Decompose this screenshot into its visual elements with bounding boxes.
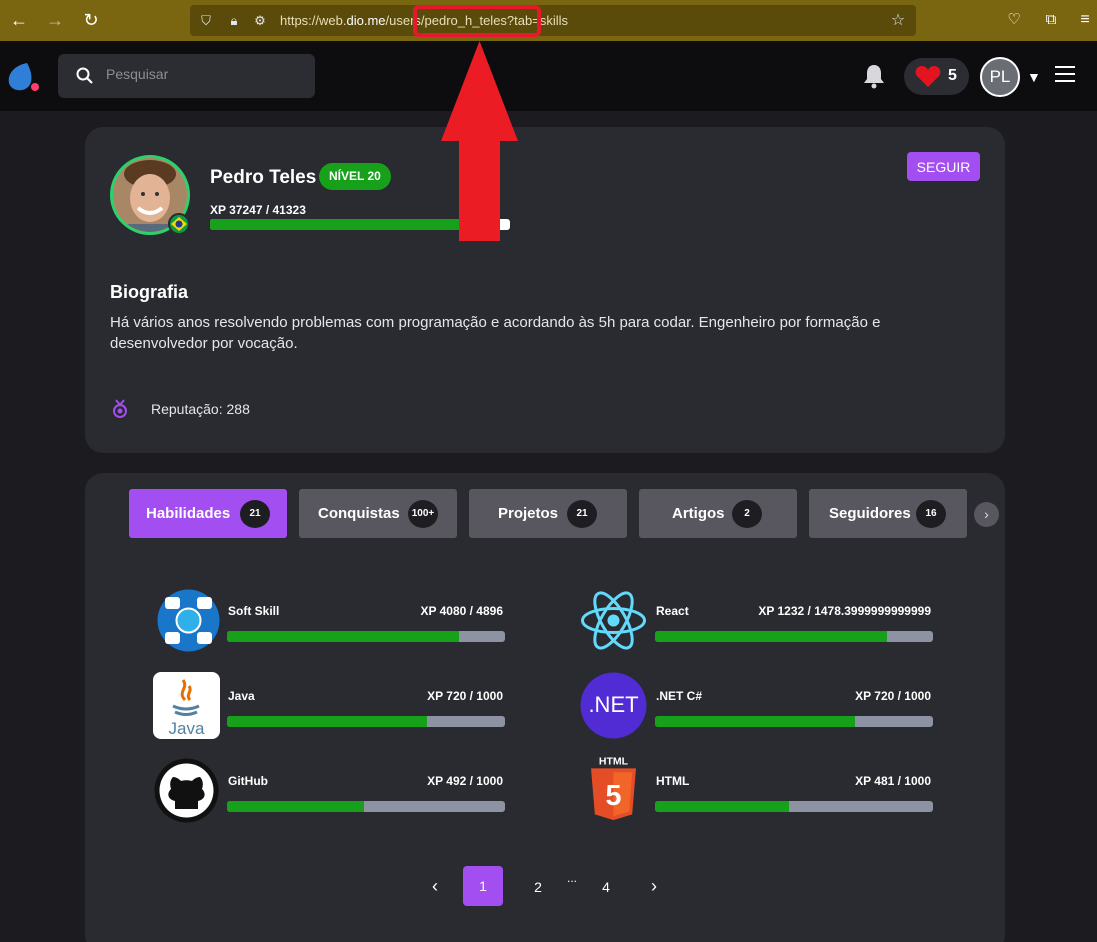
tabs-next-button[interactable]: › (974, 502, 999, 527)
xp-progress-fill (210, 219, 481, 230)
skill-progress-bar (227, 801, 505, 812)
dotnet-icon: .NET (580, 672, 647, 739)
tab-artigos[interactable]: Artigos 2 (639, 489, 797, 538)
pagination-page-2[interactable]: 2 (528, 879, 548, 895)
tab-count: 21 (240, 500, 270, 528)
html5-icon-number: 5 (606, 780, 622, 812)
java-icon: Java (153, 672, 220, 739)
soft-skill-icon (157, 589, 220, 652)
shield-icon[interactable]: ⛉ (198, 13, 214, 29)
pagination-prev-button[interactable]: ‹ (425, 877, 445, 895)
tab-habilidades[interactable]: Habilidades 21 (129, 489, 287, 538)
permissions-icon[interactable]: ⚙ (252, 13, 268, 29)
bell-icon[interactable] (862, 63, 886, 89)
github-icon (154, 758, 219, 823)
bio-title: Biografia (110, 282, 189, 302)
skill-name: .NET C# (656, 689, 703, 703)
tab-label: Projetos (498, 505, 559, 522)
user-avatar[interactable]: PL (980, 57, 1020, 97)
skill-progress-fill (655, 801, 789, 812)
skill-name: GitHub (228, 774, 268, 788)
skill-progress-bar (227, 631, 505, 642)
tab-count: 21 (567, 500, 597, 528)
skill-progress-bar (655, 801, 933, 812)
extensions-icon[interactable]: ⧉ (1040, 9, 1062, 31)
search-input[interactable] (106, 66, 296, 82)
dio-logo[interactable] (5, 60, 39, 94)
html5-icon: HTML 5 (591, 756, 636, 821)
skill-progress-fill (227, 716, 428, 727)
tab-count: 2 (732, 500, 762, 528)
bio-text: Há vários anos resolvendo problemas com … (110, 314, 881, 352)
skill-name: HTML (656, 774, 690, 788)
address-bar[interactable]: ⛉ 🔒︎ ⚙ https://web.dio.me/users/pedro_h_… (190, 5, 916, 36)
skill-name: Java (228, 689, 255, 703)
react-icon (581, 591, 646, 650)
tab-label: Artigos (672, 505, 725, 522)
skill-xp: XP 481 / 1000 (855, 774, 931, 788)
skill-xp: XP 720 / 1000 (427, 689, 503, 703)
reputation-text: Reputação: 288 (151, 401, 250, 417)
skill-progress-bar (655, 716, 933, 727)
browser-toolbar: ← → ↻ ⛉ 🔒︎ ⚙ https://web.dio.me/users/pe… (0, 0, 1097, 41)
pagination-ellipsis: ... (566, 871, 577, 885)
skill-progress-bar (655, 631, 933, 642)
search-icon (76, 67, 93, 84)
skill-xp: XP 1232 / 1478.3999999999999 (758, 604, 931, 618)
tab-label: Habilidades (146, 505, 231, 522)
chevron-down-icon[interactable]: ▼ (1027, 69, 1041, 85)
pagination-next-button[interactable]: › (644, 877, 664, 895)
skill-xp: XP 720 / 1000 (855, 689, 931, 703)
tab-conquistas[interactable]: Conquistas 100+ (299, 489, 457, 538)
tab-projetos[interactable]: Projetos 21 (469, 489, 627, 538)
pagination-page-4[interactable]: 4 (596, 879, 616, 895)
skill-xp: XP 492 / 1000 (427, 774, 503, 788)
url-highlight-box (413, 5, 541, 37)
html5-icon-label: HTML (599, 756, 629, 768)
reload-icon[interactable]: ↻ (80, 9, 102, 31)
profile-card: Pedro Teles NÍVEL 20 XP 37247 / 41323 SE… (85, 127, 1005, 453)
pocket-icon[interactable]: ♡ (1003, 9, 1025, 31)
skills-card: Habilidades 21 Conquistas 100+ Projetos … (85, 473, 1005, 942)
tab-count: 16 (916, 500, 946, 528)
skill-progress-bar (227, 716, 505, 727)
forward-icon[interactable]: → (44, 9, 66, 31)
dotnet-icon-label: .NET (588, 692, 638, 717)
skill-progress-fill (655, 631, 887, 642)
red-arrow-annotation (441, 41, 518, 241)
level-badge: NÍVEL 20 (319, 163, 391, 190)
app-header: 5 PL ▼ (0, 41, 1097, 111)
heart-icon (915, 66, 941, 87)
skill-name: React (656, 604, 689, 618)
xp-label: XP 37247 / 41323 (210, 203, 306, 217)
lock-icon[interactable]: 🔒︎ (226, 13, 242, 29)
follow-button[interactable]: SEGUIR (907, 152, 980, 181)
search-box[interactable] (58, 54, 315, 98)
hamburger-menu-icon[interactable] (1055, 66, 1075, 82)
skill-progress-fill (655, 716, 856, 727)
medal-icon (113, 399, 127, 418)
skill-name: Soft Skill (228, 604, 280, 618)
hearts-count: 5 (948, 67, 957, 84)
tab-count: 100+ (408, 500, 438, 528)
hearts-badge[interactable]: 5 (904, 58, 969, 95)
back-icon[interactable]: ← (8, 9, 30, 31)
brazil-flag-icon (168, 213, 190, 235)
browser-menu-icon[interactable]: ≡ (1074, 9, 1096, 31)
skill-xp: XP 4080 / 4896 (420, 604, 503, 618)
tab-seguidores[interactable]: Seguidores 16 (809, 489, 967, 538)
pagination-page-1[interactable]: 1 (463, 866, 503, 906)
skill-progress-fill (227, 801, 364, 812)
tab-label: Conquistas (318, 505, 400, 522)
tab-label: Seguidores (829, 505, 911, 522)
java-icon-label: Java (169, 719, 205, 738)
skill-progress-fill (227, 631, 459, 642)
profile-name: Pedro Teles (210, 167, 317, 188)
bookmark-star-icon[interactable]: ☆ (890, 13, 906, 29)
